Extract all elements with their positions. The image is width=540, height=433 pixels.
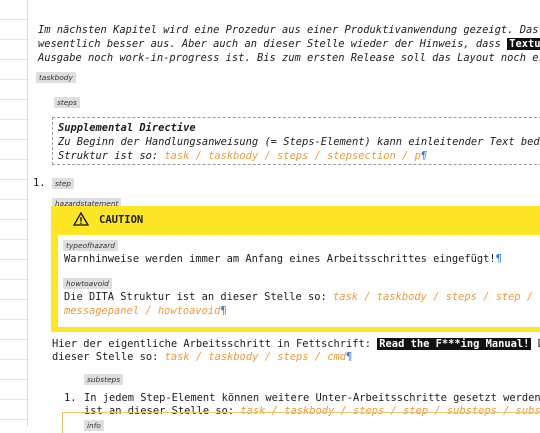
tag-substeps[interactable]: substeps bbox=[84, 374, 124, 385]
tag-taskbody[interactable]: taskbody bbox=[36, 72, 76, 83]
pilcrow-mark: ¶ bbox=[220, 305, 227, 317]
supplemental-line-2: Struktur ist so: task / taskbody / steps… bbox=[58, 150, 427, 163]
tag-typeofhazard[interactable]: typeofhazard bbox=[63, 240, 118, 251]
cmd-line-2: dieser Stelle so: task / taskbody / step… bbox=[52, 351, 352, 364]
warning-triangle-icon bbox=[73, 212, 89, 226]
intro-line-1: Im nächsten Kapitel wird eine Prozedur a… bbox=[38, 24, 540, 36]
supplemental-title: Supplemental Directive bbox=[58, 122, 196, 134]
substep-line-1: In jedem Step-Element können weitere Unt… bbox=[84, 392, 540, 404]
cmd-line-1: Hier der eigentliche Arbeitsschritt in F… bbox=[52, 338, 540, 351]
howtoavoid-line-2: messagepanel / howtoavoid¶ bbox=[64, 305, 227, 318]
tag-step[interactable]: step bbox=[52, 178, 74, 189]
pilcrow-mark: ¶ bbox=[495, 253, 502, 265]
cmd-line-2-text: dieser Stelle so: bbox=[52, 351, 165, 363]
howtoavoid-path: task / taskbody / steps / step / haz bbox=[333, 291, 540, 303]
cmd-path: task / taskbody / steps / cmd bbox=[164, 351, 347, 363]
howtoavoid-path-cont: messagepanel / howtoavoid bbox=[64, 305, 221, 317]
tag-howtoavoid[interactable]: howtoavoid bbox=[63, 278, 112, 289]
caution-label: CAUTION bbox=[99, 214, 144, 226]
supplemental-line-2-text: Struktur ist so: bbox=[58, 150, 165, 162]
howtoavoid-text: Die DITA Struktur ist an dieser Stelle s… bbox=[64, 291, 333, 303]
intro-line-3: Ausgabe noch work-in-progress ist. Bis z… bbox=[38, 52, 540, 64]
cmd-tail: Die bbox=[531, 338, 540, 350]
pilcrow-mark: ¶ bbox=[346, 351, 353, 363]
info-box bbox=[62, 412, 540, 433]
typeofhazard-text: Warnhinweise werden immer am Anfang eine… bbox=[64, 253, 502, 266]
cmd-text: Hier der eigentliche Arbeitsschritt in F… bbox=[52, 338, 378, 350]
supplemental-path: task / taskbody / steps / stepsection / … bbox=[164, 150, 421, 162]
pilcrow-mark: ¶ bbox=[420, 150, 428, 162]
supplemental-line-1: Zu Beginn der Handlungsanweisung (= Step… bbox=[58, 136, 540, 148]
howtoavoid-line-1: Die DITA Struktur ist an dieser Stelle s… bbox=[64, 291, 540, 304]
cmd-highlight: Read the F***ing Manual! bbox=[377, 338, 532, 350]
step-number: 1. bbox=[33, 177, 46, 189]
intro-line-2: wesentlich besser aus. Aber auch an dies… bbox=[38, 38, 540, 51]
typeofhazard-sentence: Warnhinweise werden immer am Anfang eine… bbox=[64, 253, 496, 265]
intro-line-2-text: wesentlich besser aus. Aber auch an dies… bbox=[38, 38, 508, 50]
tag-steps[interactable]: steps bbox=[54, 97, 80, 108]
substep-number: 1. bbox=[64, 392, 77, 404]
line-gutter bbox=[0, 0, 28, 426]
highlight-textur: Textur bbox=[507, 38, 540, 50]
